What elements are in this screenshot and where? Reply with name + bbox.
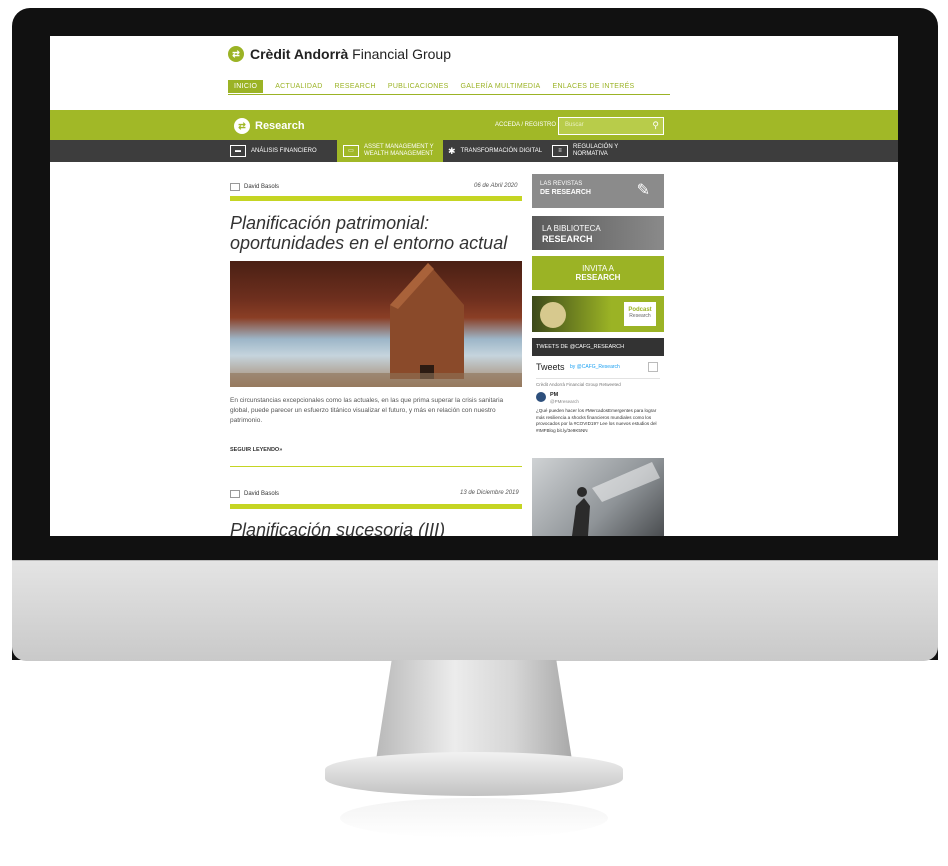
podcast-image xyxy=(540,302,566,328)
tweet-author[interactable]: PM xyxy=(550,392,558,398)
tweet-image[interactable] xyxy=(532,458,664,536)
brand-mark-icon: ⇄ xyxy=(228,46,244,62)
banner-invita[interactable]: INVITA A RESEARCH xyxy=(532,256,664,290)
brand-name-bold: Crèdit Andorrà xyxy=(250,46,349,62)
search-icon[interactable]: ⚲ xyxy=(652,120,659,131)
nav-item-actualidad[interactable]: ACTUALIDAD xyxy=(275,83,322,90)
banner-revistas[interactable]: LAS REVISTAS DE RESEARCH ✎ xyxy=(532,174,664,208)
read-more-link[interactable]: SEGUIR LEYENDO» xyxy=(230,447,282,453)
bulb-icon: ✱ xyxy=(448,145,456,156)
user-icon xyxy=(230,490,240,498)
avatar[interactable] xyxy=(536,392,546,402)
section-title[interactable]: ⇄ Research xyxy=(234,118,305,134)
top-nav: INICIO ACTUALIDAD RESEARCH PUBLICACIONES… xyxy=(228,80,635,93)
tweets-title: Tweets xyxy=(536,362,565,372)
article-author[interactable]: David Basols xyxy=(230,183,279,191)
section-header xyxy=(50,110,898,140)
nav-item-research[interactable]: RESEARCH xyxy=(335,83,376,90)
wooden-house-image xyxy=(230,263,522,387)
article-date: 13 de Diciembre 2019 xyxy=(460,490,519,496)
article-excerpt: En circunstancias excepcionales como las… xyxy=(230,397,504,424)
category-transformacion[interactable]: ✱ TRANSFORMACIÓN DIGITAL xyxy=(448,140,544,162)
banner-podcast[interactable]: Podcast Research xyxy=(532,296,664,332)
article-title[interactable]: Planificación patrimonial: oportunidades… xyxy=(230,213,522,253)
brand-name-rest: Financial Group xyxy=(352,46,451,62)
monitor-chin xyxy=(12,560,938,661)
article-accent-bar xyxy=(230,504,522,509)
nav-item-publicaciones[interactable]: PUBLICACIONES xyxy=(388,83,449,90)
brand-logo[interactable]: ⇄ Crèdit Andorrà Financial Group xyxy=(228,46,451,62)
category-analisis[interactable]: ▬ ANÁLISIS FINANCIERO xyxy=(230,140,330,162)
user-icon xyxy=(230,183,240,191)
chart-icon: ▬ xyxy=(230,145,246,157)
pencil-icon: ✎ xyxy=(636,182,650,199)
tweet-handle: @PMresearch xyxy=(550,399,579,404)
tweets-header: TWEETS DE @CAFG_RESEARCH xyxy=(532,338,664,356)
category-asset-management[interactable]: ▭ ASSET MANAGEMENT Y WEALTH MANAGEMENT xyxy=(337,140,443,162)
search-input[interactable]: Buscar ⚲ xyxy=(558,117,664,135)
nav-item-inicio[interactable]: INICIO xyxy=(228,80,264,93)
section-title-text: Research xyxy=(255,120,305,132)
article-author[interactable]: David Basols xyxy=(230,490,279,498)
research-icon: ⇄ xyxy=(234,118,250,134)
access-register-link[interactable]: ACCEDA / REGISTRO xyxy=(495,122,556,128)
screen: ⇄ Crèdit Andorrà Financial Group INICIO … xyxy=(50,36,898,536)
tweets-widget: Tweets by @CAFG_Research Crèdit Andorrà … xyxy=(532,356,664,456)
retweet-label: Crèdit Andorrà Financial Group Retweeted xyxy=(536,382,621,387)
article-title[interactable]: Planificación sucesoria (III) xyxy=(230,520,522,536)
nav-divider xyxy=(228,94,670,95)
info-icon[interactable] xyxy=(648,362,658,372)
tweet-text: ¿Qué pueden hacer los #MercadosEmergente… xyxy=(536,408,657,433)
monitor-stand-neck xyxy=(376,660,572,760)
document-icon: ≡ xyxy=(552,145,568,157)
article-separator xyxy=(230,466,522,467)
stand-reflection xyxy=(340,798,608,838)
briefcase-icon: ▭ xyxy=(343,145,359,157)
tweets-by[interactable]: by @CAFG_Research xyxy=(570,364,620,370)
monitor-stand-base xyxy=(325,752,623,796)
nav-item-enlaces[interactable]: ENLACES DE INTERÉS xyxy=(553,83,635,90)
article-accent-bar xyxy=(230,196,522,201)
search-placeholder: Buscar xyxy=(565,122,584,128)
article-date: 06 de Abril 2020 xyxy=(474,183,518,189)
nav-item-galeria[interactable]: GALERÍA MULTIMEDIA xyxy=(461,83,541,90)
article-image[interactable] xyxy=(230,261,522,387)
category-regulacion[interactable]: ≡ REGULACIÓN Y NORMATIVA xyxy=(552,140,662,162)
businessman-image xyxy=(572,462,660,536)
banner-biblioteca[interactable]: LA BIBLIOTECA RESEARCH xyxy=(532,216,664,250)
